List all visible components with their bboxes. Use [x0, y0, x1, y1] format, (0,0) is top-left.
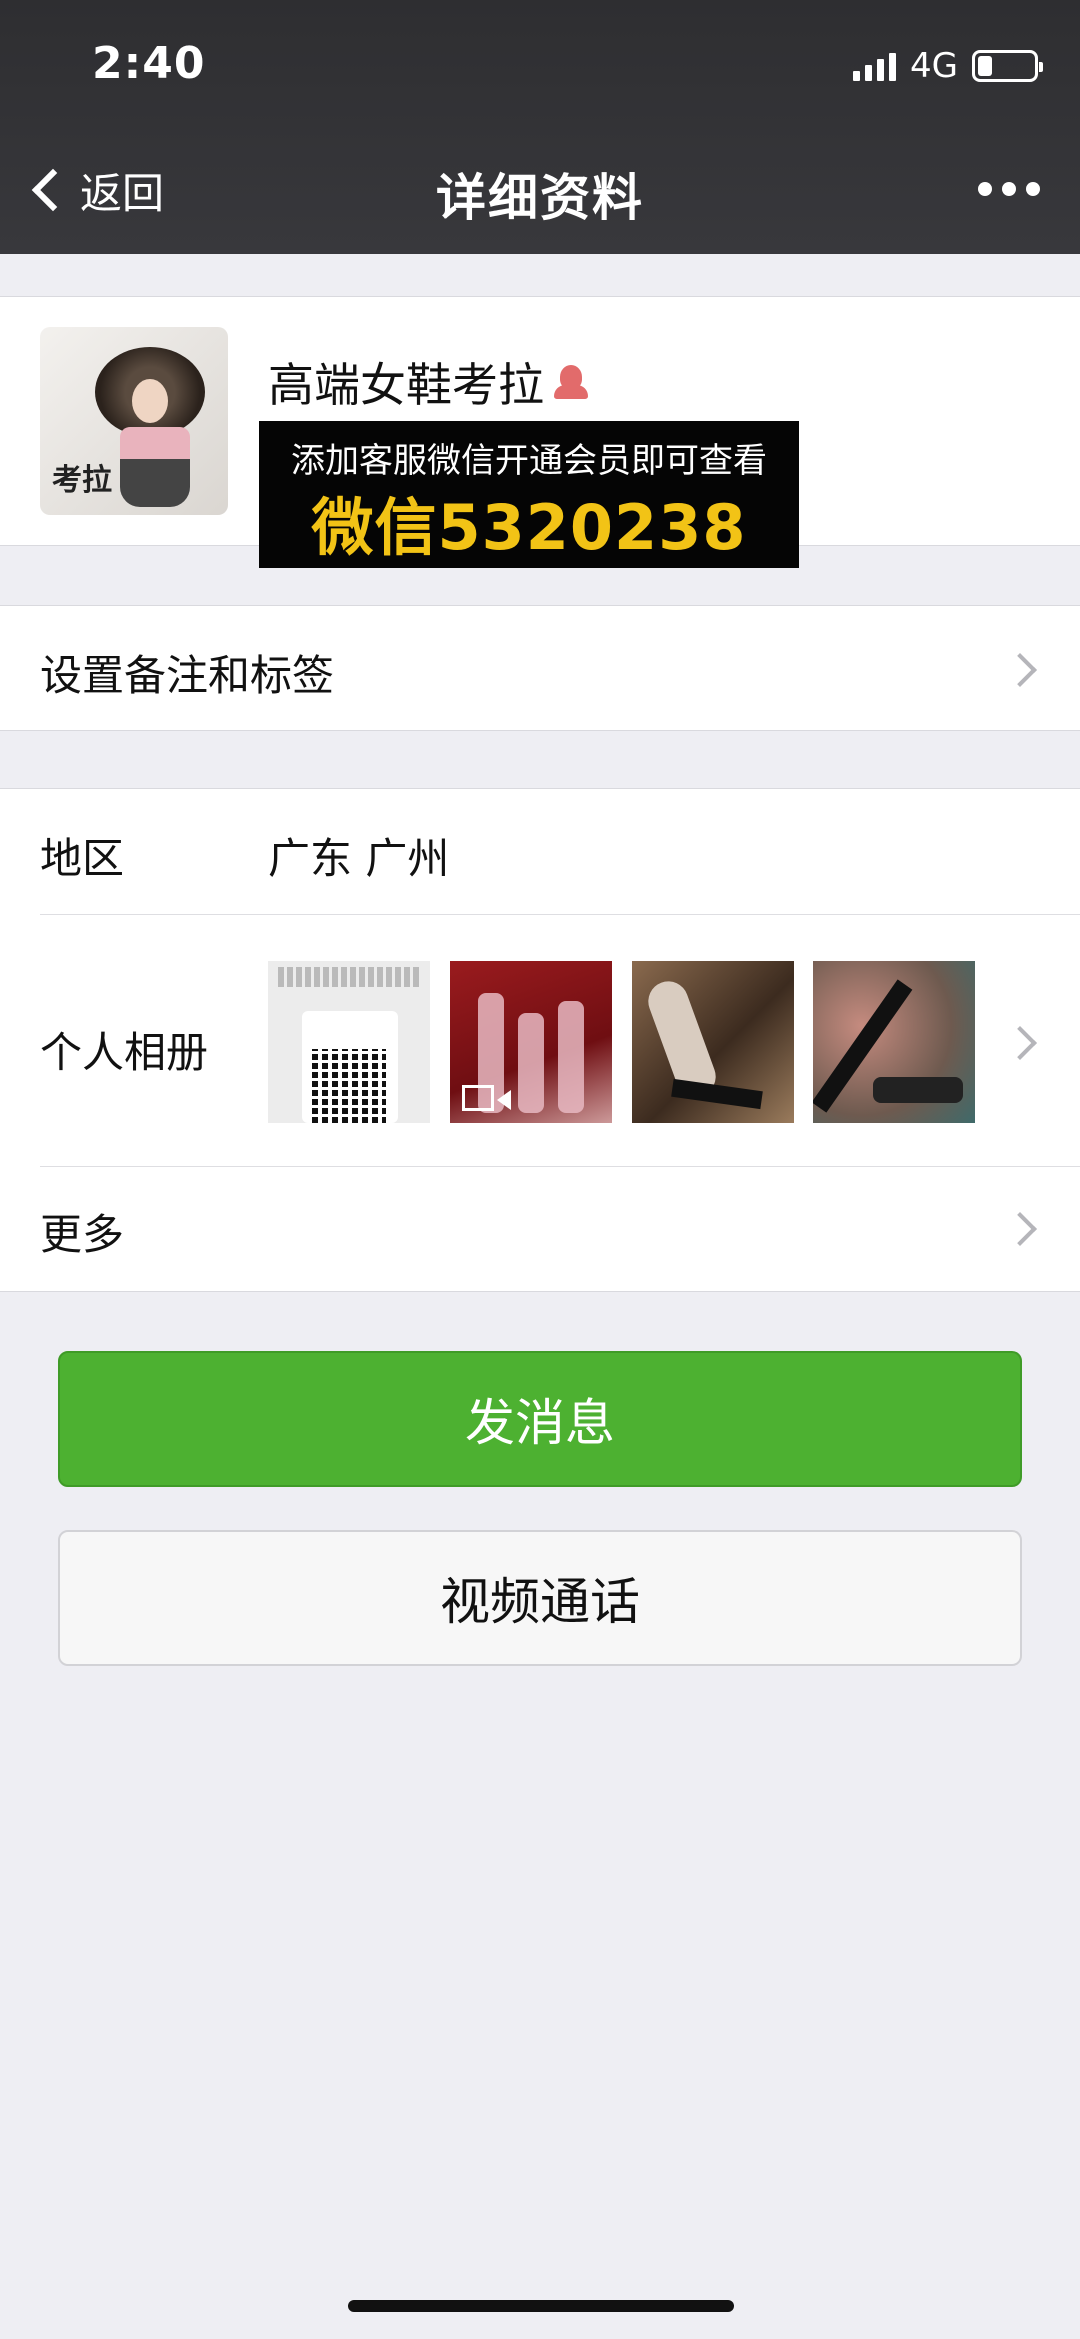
promo-line-2: 微信5320238 [311, 491, 747, 564]
status-indicators: 4G [853, 46, 1043, 86]
set-remark-row[interactable]: 设置备注和标签 [0, 605, 1080, 731]
send-message-button[interactable]: 发消息 [58, 1351, 1022, 1487]
album-thumbnail-shoe [632, 961, 794, 1123]
shoe-shape [558, 1001, 584, 1113]
home-indicator [348, 2300, 734, 2312]
page-title: 详细资料 [436, 169, 644, 227]
video-icon [462, 1085, 511, 1111]
video-call-button[interactable]: 视频通话 [58, 1530, 1022, 1666]
album-thumbnail-shoe [813, 961, 975, 1123]
profile-name: 高端女鞋考拉 [268, 349, 590, 415]
chevron-right-icon [1003, 1026, 1037, 1060]
female-icon [552, 363, 590, 401]
region-label: 地区 [40, 834, 125, 883]
signal-icon [853, 51, 897, 81]
album-thumbnail-video [450, 961, 612, 1123]
avatar-caption: 考拉 [52, 463, 112, 498]
region-value: 广东 广州 [268, 834, 450, 883]
qr-code-icon [312, 1049, 386, 1123]
chevron-right-icon [1003, 1212, 1037, 1246]
top-bar: 2:40 4G 返回 详细资料 [0, 0, 1080, 254]
status-time: 2:40 [92, 38, 206, 89]
battery-icon [972, 50, 1043, 82]
more-dots-icon[interactable] [978, 182, 1040, 196]
info-section: 地区 广东 广州 个人相册 更多 [0, 788, 1080, 1292]
album-thumbnail-qr [268, 961, 430, 1123]
promo-line-1: 添加客服微信开通会员即可查看 [291, 441, 767, 481]
more-label: 更多 [40, 1210, 125, 1259]
network-type: 4G [910, 46, 958, 86]
avatar[interactable]: 考拉 [40, 327, 228, 515]
promo-overlay: 添加客服微信开通会员即可查看 微信5320238 [259, 421, 799, 568]
set-remark-label: 设置备注和标签 [40, 651, 335, 700]
avatar-body [120, 427, 190, 507]
album-label: 个人相册 [40, 1028, 209, 1077]
shoe-shape [518, 1013, 544, 1113]
divider [40, 914, 1080, 915]
thumbnail-caption [278, 967, 420, 987]
profile-name-text: 高端女鞋考拉 [268, 358, 544, 412]
chevron-right-icon [1003, 653, 1037, 687]
divider [40, 1166, 1080, 1167]
battery-level [978, 56, 992, 76]
avatar-face [132, 379, 168, 423]
